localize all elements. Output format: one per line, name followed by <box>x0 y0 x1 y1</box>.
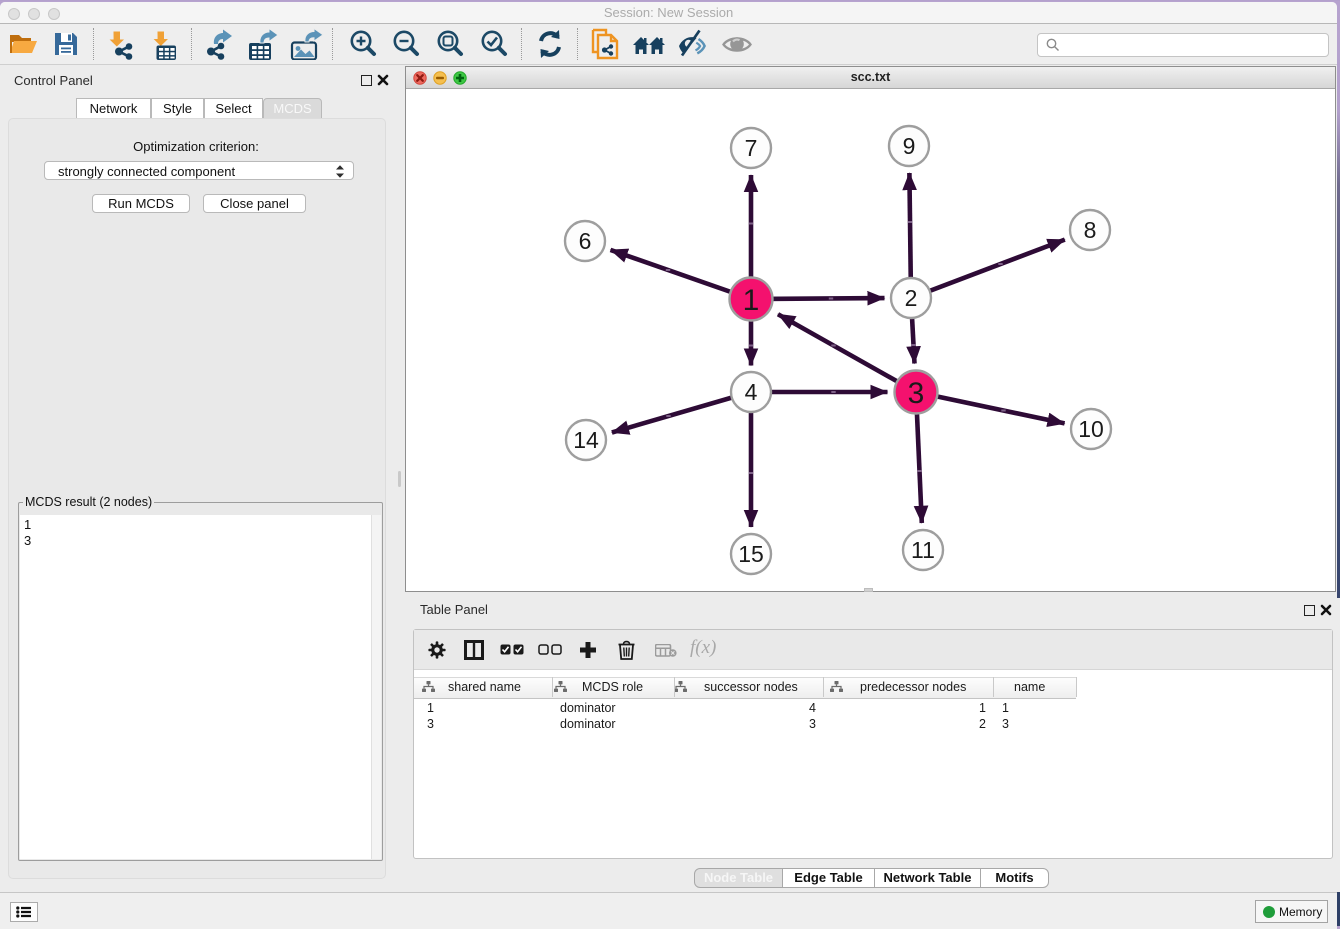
svg-text:8: 8 <box>1084 217 1097 243</box>
svg-text:7: 7 <box>745 135 758 161</box>
svg-text:9: 9 <box>903 133 916 159</box>
svg-text:14: 14 <box>573 427 599 453</box>
svg-text:15: 15 <box>738 541 764 567</box>
svg-text:2: 2 <box>905 285 918 311</box>
svg-text:6: 6 <box>579 228 592 254</box>
svg-text:3: 3 <box>908 377 925 410</box>
svg-text:10: 10 <box>1078 416 1104 442</box>
svg-text:11: 11 <box>911 537 935 563</box>
svg-text:1: 1 <box>743 284 760 317</box>
svg-text:4: 4 <box>745 379 758 405</box>
